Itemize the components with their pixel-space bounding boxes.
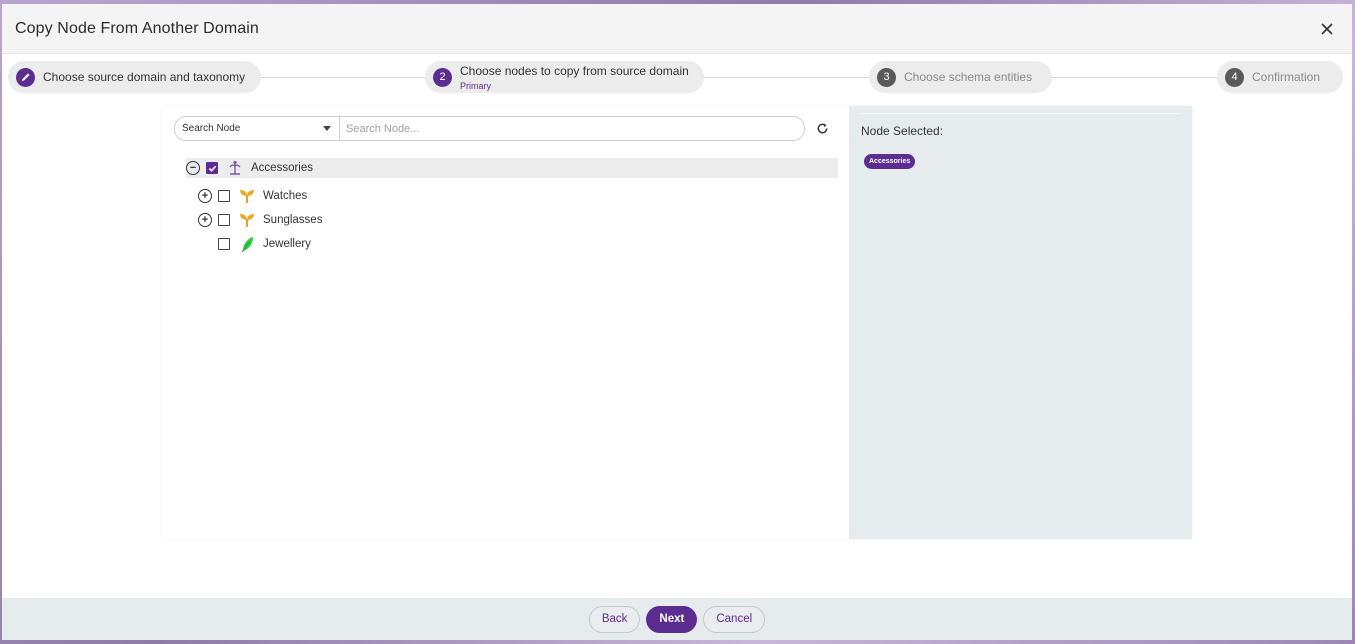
- tree-node-label: Watches: [263, 190, 308, 202]
- step-2-sublabel: Primary: [460, 80, 491, 91]
- step-3-number: 3: [877, 67, 896, 87]
- tree-node-sunglasses[interactable]: + Sunglasses: [186, 208, 838, 232]
- dialog-footer: Back Next Cancel: [2, 598, 1352, 640]
- tree-node-label: Jewellery: [263, 238, 311, 250]
- cancel-button[interactable]: Cancel: [703, 605, 766, 633]
- refresh-button[interactable]: [814, 120, 830, 136]
- close-button[interactable]: [1316, 18, 1338, 40]
- node-tree: − Accessories + Watches + Sunglasses Jew…: [186, 158, 838, 256]
- selected-node-chip[interactable]: Accessories: [864, 154, 916, 169]
- taxonomy-root-icon: [229, 160, 241, 175]
- step-4-number: 4: [1225, 67, 1244, 87]
- check-icon: [208, 165, 216, 172]
- step-2-number: 2: [433, 67, 452, 87]
- tree-node-watches[interactable]: + Watches: [186, 184, 838, 208]
- step-2-label: Choose nodes to copy from source domain: [460, 63, 689, 78]
- step-3-label: Choose schema entities: [904, 70, 1033, 84]
- sprout-icon: [240, 214, 254, 227]
- node-checkbox[interactable]: [218, 238, 230, 250]
- step-4[interactable]: 4 Confirmation: [1217, 61, 1343, 93]
- content-panel: Search Node −: [162, 106, 1192, 539]
- tree-node-label: Accessories: [251, 162, 313, 174]
- search-type-value: Search Node: [182, 123, 241, 134]
- step-1-label: Choose source domain and taxonomy: [43, 70, 246, 84]
- dialog-title: Copy Node From Another Domain: [15, 19, 259, 37]
- node-checkbox[interactable]: [206, 162, 218, 174]
- step-4-label: Confirmation: [1252, 70, 1321, 84]
- search-type-select[interactable]: Search Node: [174, 116, 340, 141]
- next-button[interactable]: Next: [646, 605, 698, 633]
- leaf-icon: [241, 237, 253, 252]
- node-tree-pane: Search Node −: [162, 106, 849, 539]
- tree-node-jewellery[interactable]: Jewellery: [186, 232, 838, 256]
- search-row: Search Node: [174, 116, 805, 141]
- refresh-icon: [817, 122, 827, 133]
- step-1[interactable]: Choose source domain and taxonomy: [8, 61, 261, 93]
- dialog-header: Copy Node From Another Domain: [2, 4, 1352, 54]
- step-2[interactable]: 2 Choose nodes to copy from source domai…: [425, 61, 704, 93]
- close-icon: [1321, 22, 1333, 35]
- back-button[interactable]: Back: [588, 605, 641, 633]
- node-checkbox[interactable]: [218, 214, 230, 226]
- node-checkbox[interactable]: [218, 190, 230, 202]
- chevron-down-icon: [323, 126, 331, 131]
- copy-node-dialog: Copy Node From Another Domain Choose sou…: [2, 4, 1352, 640]
- search-input[interactable]: [340, 116, 805, 141]
- step-3[interactable]: 3 Choose schema entities: [869, 61, 1052, 93]
- selection-pane: Node Selected: Accessories: [849, 106, 1192, 539]
- expand-icon[interactable]: +: [198, 189, 212, 203]
- divider: [861, 113, 1180, 114]
- tree-node-label: Sunglasses: [263, 214, 323, 226]
- tree-node-accessories[interactable]: − Accessories: [186, 158, 838, 178]
- selection-title: Node Selected:: [861, 124, 944, 138]
- edit-icon: [16, 67, 35, 87]
- expand-icon[interactable]: +: [198, 213, 212, 227]
- sprout-icon: [240, 190, 254, 203]
- collapse-icon[interactable]: −: [186, 161, 200, 175]
